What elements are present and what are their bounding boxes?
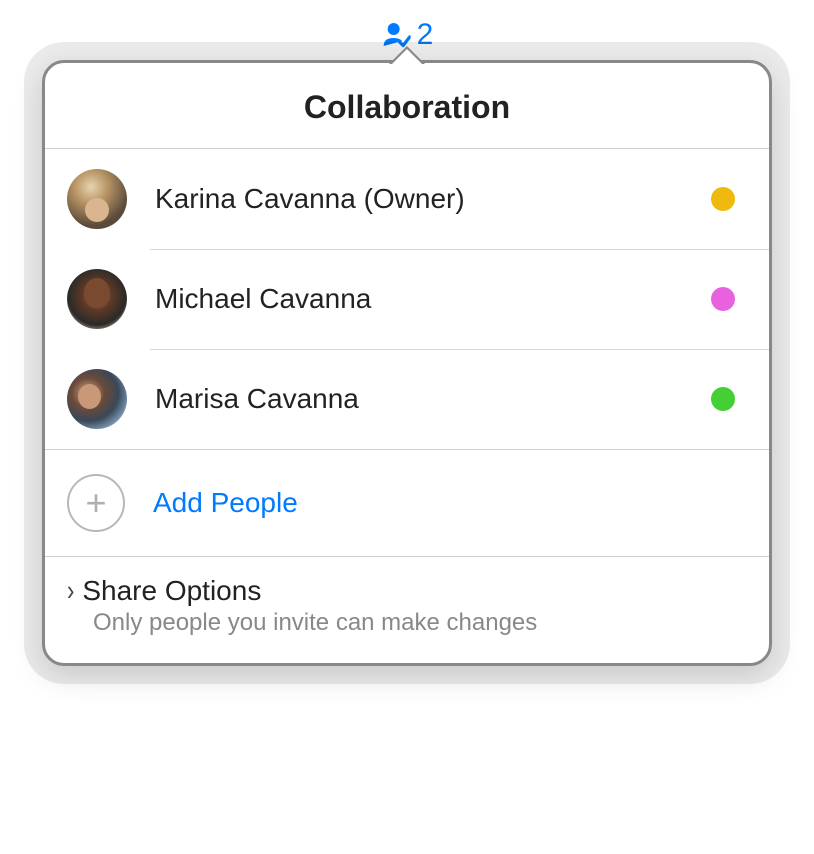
plus-icon: + (67, 474, 125, 532)
share-options-button[interactable]: › Share Options Only people you invite c… (45, 557, 769, 663)
person-name: Karina Cavanna (Owner) (155, 183, 683, 215)
add-people-label: Add People (153, 487, 298, 519)
status-dot (711, 287, 735, 311)
share-options-subtitle: Only people you invite can make changes (93, 609, 747, 637)
status-dot (711, 187, 735, 211)
avatar (67, 169, 127, 229)
popover-arrow (389, 44, 425, 64)
person-name: Michael Cavanna (155, 283, 683, 315)
chevron-right-icon: › (67, 574, 74, 608)
avatar (67, 369, 127, 429)
share-options-title: Share Options (82, 575, 261, 607)
person-row[interactable]: Karina Cavanna (Owner) (45, 149, 769, 249)
collaboration-popover: Collaboration Karina Cavanna (Owner) Mic… (42, 60, 772, 666)
popover-header: Collaboration (45, 63, 769, 149)
add-people-button[interactable]: + Add People (45, 450, 769, 557)
popover-title: Collaboration (45, 89, 769, 126)
people-list: Karina Cavanna (Owner) Michael Cavanna M… (45, 149, 769, 450)
avatar (67, 269, 127, 329)
status-dot (711, 387, 735, 411)
person-row[interactable]: Michael Cavanna (45, 249, 769, 349)
person-row[interactable]: Marisa Cavanna (45, 349, 769, 449)
person-name: Marisa Cavanna (155, 383, 683, 415)
